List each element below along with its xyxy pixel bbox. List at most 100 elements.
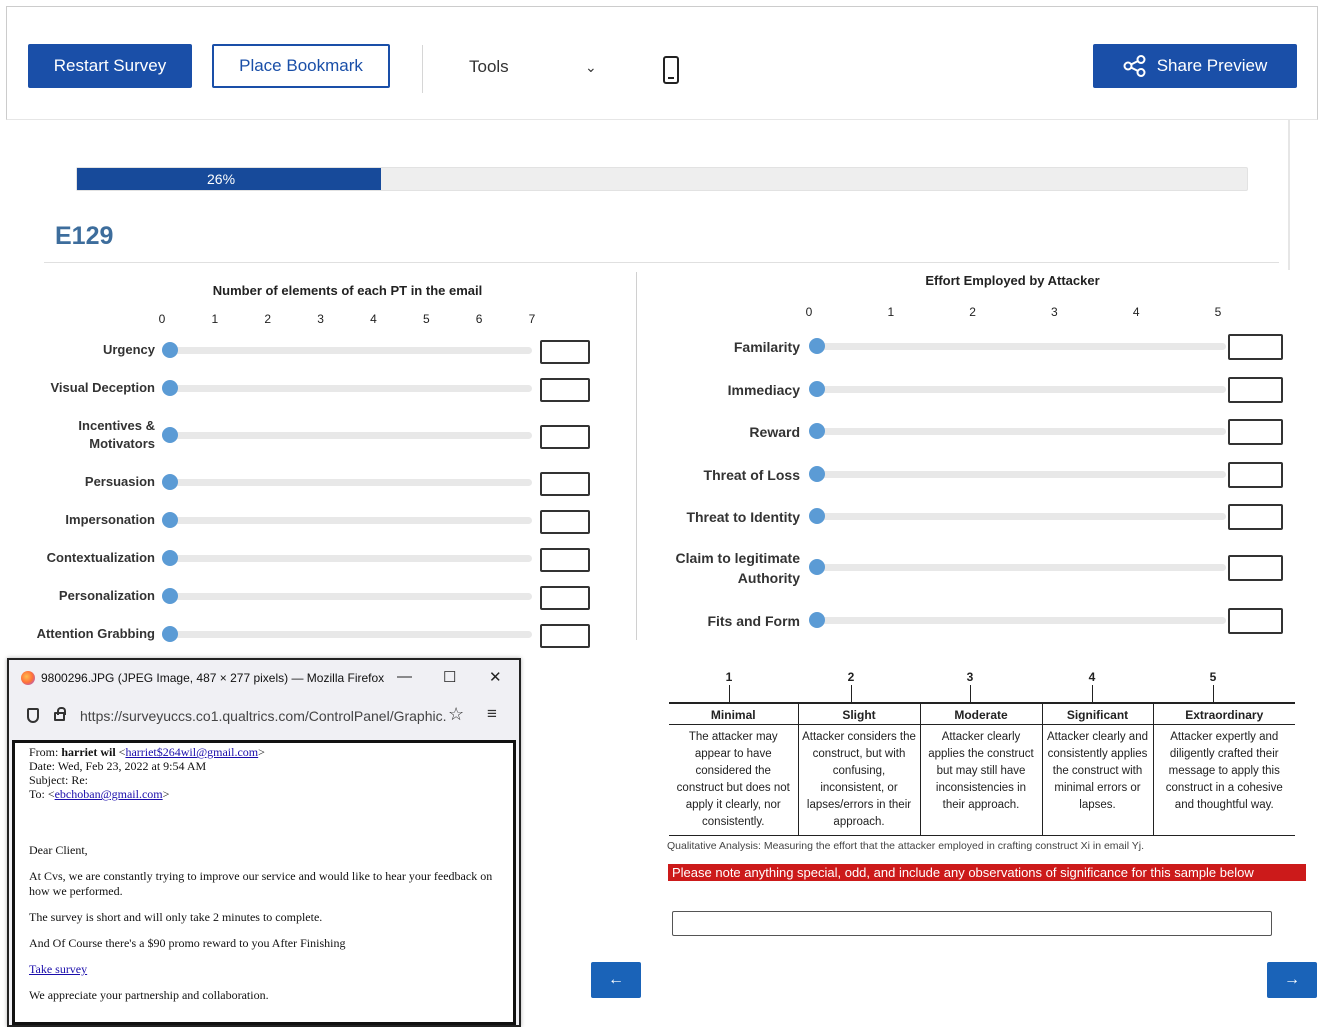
left-slider-handle[interactable] <box>162 512 178 528</box>
right-slider-handle[interactable] <box>809 612 825 628</box>
back-button[interactable]: ← <box>591 962 641 998</box>
left-slider-track[interactable] <box>162 385 532 392</box>
maximize-icon[interactable]: ☐ <box>443 668 456 686</box>
email-header: From: harriet wil <harriet$264wil@gmail.… <box>29 745 499 801</box>
right-slider-handle[interactable] <box>809 559 825 575</box>
right-slider-value-box[interactable] <box>1228 377 1283 403</box>
left-slider-handle[interactable] <box>162 550 178 566</box>
left-slider-row-label: Attention Grabbing <box>36 626 155 641</box>
left-slider-row-label: Persuasion <box>84 474 155 489</box>
rubric-level-desc: Attacker clearly applies the construct b… <box>919 724 1042 836</box>
right-slider-track[interactable] <box>817 564 1226 571</box>
right-slider-value-box[interactable] <box>1228 608 1283 634</box>
left-slider-track[interactable] <box>162 593 532 600</box>
minimize-icon[interactable]: — <box>397 668 412 685</box>
left-slider-tick: 5 <box>422 312 430 326</box>
right-slider-row-label: Threat to Identity <box>686 509 800 525</box>
right-slider-handle[interactable] <box>809 508 825 524</box>
shield-icon[interactable] <box>27 708 39 723</box>
firefox-titlebar[interactable]: 9800296.JPG (JPEG Image, 487 × 277 pixel… <box>9 660 519 696</box>
right-slider-value-box[interactable] <box>1228 419 1283 445</box>
left-slider-tick: 7 <box>528 312 536 326</box>
left-slider-handle[interactable] <box>162 588 178 604</box>
right-slider-value-box[interactable] <box>1228 462 1283 488</box>
hamburger-menu-icon[interactable]: ≡ <box>487 704 497 724</box>
right-slider-row-label: Threat of Loss <box>703 467 800 483</box>
observations-input[interactable] <box>672 911 1272 936</box>
next-button[interactable]: → <box>1267 962 1317 998</box>
left-slider-value-box[interactable] <box>540 586 590 610</box>
left-slider-handle[interactable] <box>162 427 178 443</box>
place-bookmark-button[interactable]: Place Bookmark <box>212 44 390 88</box>
email-date-line: Date: Wed, Feb 23, 2022 at 9:54 AM <box>29 759 499 773</box>
left-slider-value-box[interactable] <box>540 378 590 402</box>
right-slider-tick: 4 <box>1132 305 1140 319</box>
date-label: Date: <box>29 759 55 773</box>
right-slider-track[interactable] <box>817 617 1226 624</box>
left-slider-track[interactable] <box>162 479 532 486</box>
left-slider-value-box[interactable] <box>540 510 590 534</box>
from-label: From: <box>29 745 59 759</box>
left-slider-value-box[interactable] <box>540 548 590 572</box>
share-preview-button[interactable]: Share Preview <box>1093 44 1297 88</box>
restart-survey-button[interactable]: Restart Survey <box>28 44 192 88</box>
rubric-scale-tick <box>970 685 971 703</box>
rubric-level-name: Slight <box>797 704 920 725</box>
rubric-scale-number: 4 <box>1088 670 1096 684</box>
right-slider-value-box[interactable] <box>1228 334 1283 360</box>
right-slider-handle[interactable] <box>809 423 825 439</box>
left-slider-value-box[interactable] <box>540 425 590 449</box>
left-slider-track[interactable] <box>162 555 532 562</box>
right-slider-handle[interactable] <box>809 381 825 397</box>
rubric-scale-number: 2 <box>847 670 855 684</box>
left-slider-value-box[interactable] <box>540 340 590 364</box>
left-slider-row-label: Incentives & Motivators <box>78 418 155 451</box>
question-divider <box>44 262 1279 263</box>
page-edge <box>1288 120 1290 270</box>
email-paragraph: And Of Course there's a $90 promo reward… <box>29 936 346 950</box>
url-field[interactable]: https://surveyuccs.co1.qualtrics.com/Con… <box>80 708 450 724</box>
close-icon[interactable]: ✕ <box>489 668 502 686</box>
tools-dropdown[interactable]: Tools <box>469 57 509 77</box>
rubric-level-desc: The attacker may appear to have consider… <box>669 724 798 836</box>
right-slider-value-box[interactable] <box>1228 504 1283 530</box>
left-slider-value-box[interactable] <box>540 472 590 496</box>
left-slider-track[interactable] <box>162 347 532 354</box>
left-slider-handle[interactable] <box>162 342 178 358</box>
left-slider-handle[interactable] <box>162 380 178 396</box>
from-address-link[interactable]: harriet$264wil@gmail.com <box>125 745 258 759</box>
share-preview-label: Share Preview <box>1156 56 1268 75</box>
question-id: E129 <box>55 222 114 250</box>
rubric-scale-number: 1 <box>725 670 733 684</box>
to-address-link[interactable]: ebchoban@gmail.com <box>55 787 163 801</box>
bookmark-star-icon[interactable]: ☆ <box>448 704 464 725</box>
left-slider-handle[interactable] <box>162 626 178 642</box>
right-slider-value-box[interactable] <box>1228 555 1283 581</box>
rubric-level-name: Extraordinary <box>1152 704 1295 725</box>
left-slider-row-label: Urgency <box>102 342 155 357</box>
firefox-logo-icon <box>21 671 35 685</box>
right-slider-tick: 3 <box>1051 305 1058 319</box>
right-slider-title: Effort Employed by Attacker <box>925 273 1100 288</box>
email-subject-line: Subject: Re: <box>29 773 499 787</box>
mobile-preview-icon[interactable] <box>663 56 679 84</box>
right-slider-handle[interactable] <box>809 338 825 354</box>
right-slider-track[interactable] <box>817 343 1226 350</box>
left-slider-track[interactable] <box>162 517 532 524</box>
right-slider-tick: 1 <box>887 305 895 319</box>
right-slider-track[interactable] <box>817 386 1226 393</box>
lock-icon[interactable] <box>54 707 66 721</box>
left-slider-value-box[interactable] <box>540 624 590 648</box>
right-slider-track[interactable] <box>817 471 1226 478</box>
left-slider-track[interactable] <box>162 631 532 638</box>
firefox-window-title: 9800296.JPG (JPEG Image, 487 × 277 pixel… <box>41 671 385 685</box>
left-slider-handle[interactable] <box>162 474 178 490</box>
right-slider-track[interactable] <box>817 513 1226 520</box>
right-slider-track[interactable] <box>817 428 1226 435</box>
email-paragraph: The survey is short and will only take 2… <box>29 910 323 924</box>
left-slider-track[interactable] <box>162 432 532 439</box>
rubric-level-desc: Attacker clearly and consistently applie… <box>1041 724 1153 836</box>
chevron-down-icon[interactable]: ⌄ <box>585 59 597 76</box>
right-slider-handle[interactable] <box>809 466 825 482</box>
take-survey-link[interactable]: Take survey <box>29 962 87 976</box>
